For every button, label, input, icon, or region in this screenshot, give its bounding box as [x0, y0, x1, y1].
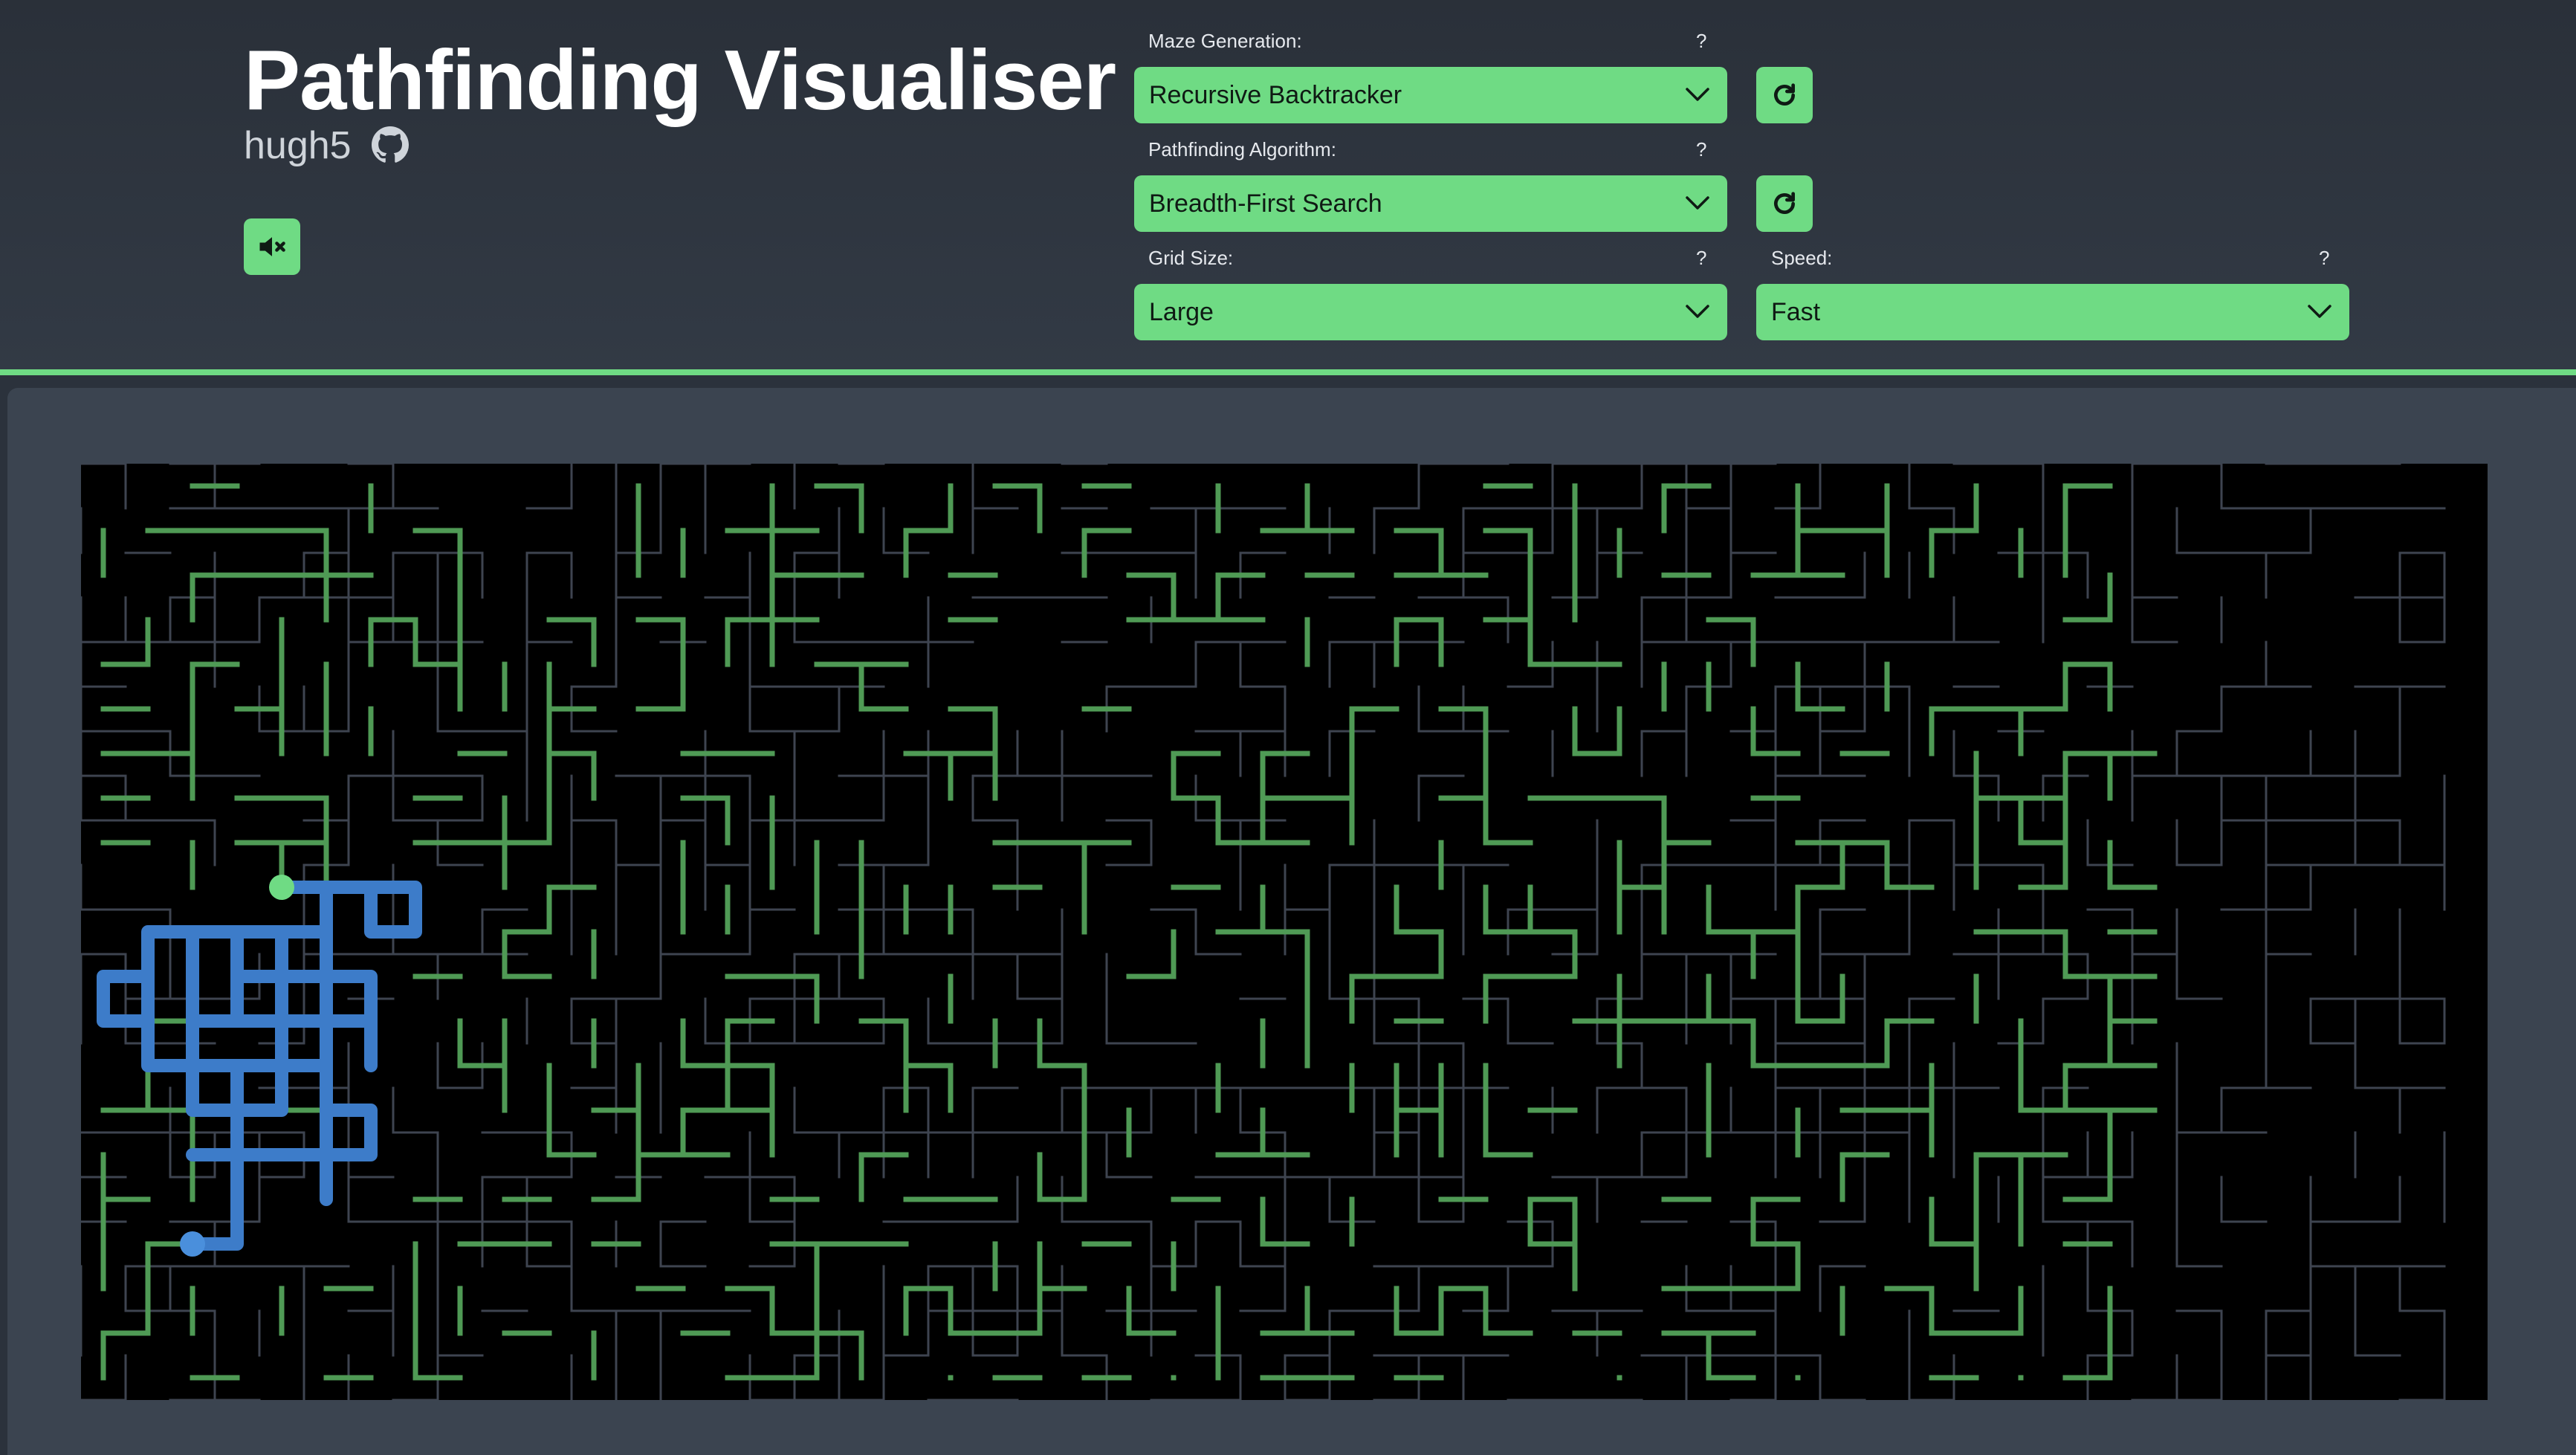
speed-label: Speed:: [1771, 247, 1833, 269]
chevron-down-icon: [1686, 196, 1709, 210]
speed-help[interactable]: ?: [2319, 247, 2329, 269]
page-title: Pathfinding Visualiser: [244, 33, 1116, 128]
maze-generation-select[interactable]: Recursive Backtracker: [1134, 67, 1727, 123]
chevron-down-icon: [1686, 305, 1709, 318]
pathfinding-algorithm-select[interactable]: Breadth-First Search: [1134, 175, 1727, 232]
pathfinding-algorithm-value: Breadth-First Search: [1149, 189, 1382, 218]
chevron-down-icon: [1686, 88, 1709, 101]
speed-select[interactable]: Fast: [1756, 284, 2349, 340]
chevron-down-icon: [2308, 305, 2331, 318]
refresh-icon: [1774, 83, 1795, 106]
regenerate-maze-button[interactable]: [1756, 67, 1813, 123]
refresh-icon: [1774, 192, 1795, 214]
maze-generation-value: Recursive Backtracker: [1149, 81, 1402, 109]
author-name: hugh5: [244, 124, 352, 167]
github-icon[interactable]: [372, 126, 409, 163]
header-divider: [0, 369, 2576, 375]
rerun-pathfinding-button[interactable]: [1756, 175, 1813, 232]
mute-button[interactable]: [244, 218, 300, 275]
grid-size-help[interactable]: ?: [1696, 247, 1706, 269]
speed-value: Fast: [1771, 298, 1821, 326]
end-node[interactable]: [180, 1231, 205, 1257]
speaker-muted-icon: [259, 237, 285, 256]
grid-size-value: Large: [1149, 298, 1214, 326]
pathfinding-algorithm-help[interactable]: ?: [1696, 138, 1706, 161]
pathfinding-algorithm-label: Pathfinding Algorithm:: [1148, 138, 1336, 161]
maze-generation-help[interactable]: ?: [1696, 30, 1706, 52]
maze-grid[interactable]: [81, 464, 2488, 1400]
maze-generation-label: Maze Generation:: [1148, 30, 1302, 52]
grid-size-select[interactable]: Large: [1134, 284, 1727, 340]
start-node[interactable]: [269, 875, 294, 900]
grid-size-label: Grid Size:: [1148, 247, 1234, 269]
